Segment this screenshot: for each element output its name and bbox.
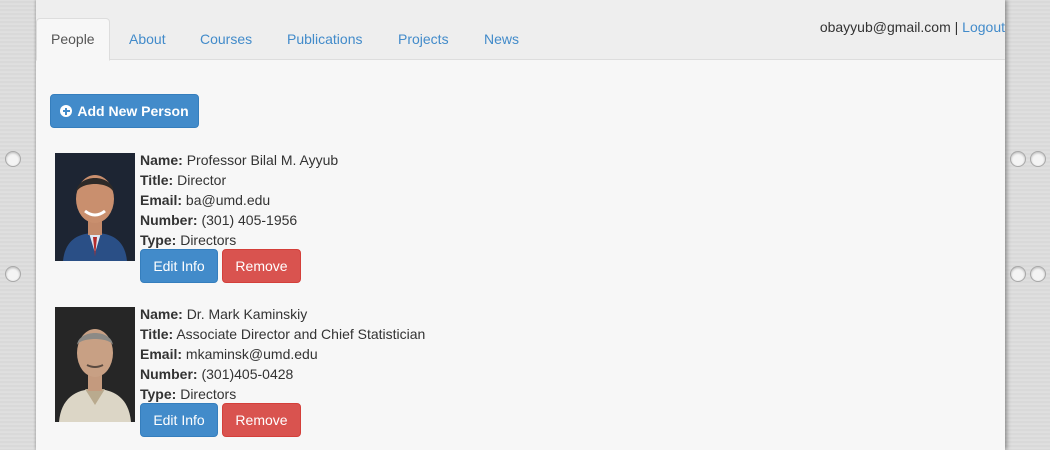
person-number: (301) 405-1956 bbox=[201, 212, 298, 228]
person-type: Directors bbox=[180, 386, 237, 402]
logout-link[interactable]: Logout bbox=[962, 19, 1005, 35]
number-label: Number: bbox=[140, 366, 198, 382]
person-info: Name: Professor Bilal M. Ayyub Title: Di… bbox=[140, 150, 338, 250]
remove-button[interactable]: Remove bbox=[222, 249, 301, 283]
person-photo bbox=[55, 153, 135, 261]
tab-about[interactable]: About bbox=[112, 18, 183, 60]
user-email: obayyub@gmail.com bbox=[819, 19, 951, 35]
title-label: Title: bbox=[140, 326, 174, 342]
number-label: Number: bbox=[140, 212, 198, 228]
edit-info-button[interactable]: Edit Info bbox=[140, 403, 218, 437]
binder-ring-icon bbox=[1030, 266, 1046, 282]
separator: | bbox=[950, 19, 963, 35]
binder-ring-icon bbox=[5, 266, 21, 282]
type-label: Type: bbox=[140, 232, 177, 248]
remove-button[interactable]: Remove bbox=[222, 403, 301, 437]
tab-news[interactable]: News bbox=[467, 18, 536, 60]
plus-circle-icon bbox=[60, 105, 73, 117]
person-title: Director bbox=[177, 172, 227, 188]
email-label: Email: bbox=[140, 346, 183, 362]
person-name: Dr. Mark Kaminskiy bbox=[186, 306, 308, 322]
binder-ring-icon bbox=[1030, 151, 1046, 167]
person-number: (301)405-0428 bbox=[201, 366, 294, 382]
add-new-person-button[interactable]: Add New Person bbox=[50, 94, 199, 128]
binder-ring-icon bbox=[1010, 266, 1026, 282]
binder-ring-icon bbox=[1010, 151, 1026, 167]
user-bar: obayyub@gmail.com | Logout bbox=[820, 19, 1005, 35]
person-info: Name: Dr. Mark Kaminskiy Title: Associat… bbox=[140, 304, 425, 404]
tab-projects[interactable]: Projects bbox=[381, 18, 466, 60]
person-title: Associate Director and Chief Statisticia… bbox=[176, 326, 426, 342]
add-new-person-label: Add New Person bbox=[77, 103, 189, 119]
name-label: Name: bbox=[140, 152, 183, 168]
person-email: mkaminsk@umd.edu bbox=[185, 346, 318, 362]
tab-courses[interactable]: Courses bbox=[183, 18, 269, 60]
person-email: ba@umd.edu bbox=[185, 192, 271, 208]
person-type: Directors bbox=[180, 232, 237, 248]
binder-ring-icon bbox=[5, 151, 21, 167]
edit-info-button[interactable]: Edit Info bbox=[140, 249, 218, 283]
person-photo bbox=[55, 307, 135, 422]
name-label: Name: bbox=[140, 306, 183, 322]
main-page: People About Courses Publications Projec… bbox=[36, 0, 1005, 450]
top-nav: People About Courses Publications Projec… bbox=[36, 0, 1005, 61]
title-label: Title: bbox=[140, 172, 174, 188]
type-label: Type: bbox=[140, 386, 177, 402]
email-label: Email: bbox=[140, 192, 183, 208]
tab-people[interactable]: People bbox=[36, 18, 110, 61]
person-name: Professor Bilal M. Ayyub bbox=[186, 152, 339, 168]
tab-publications[interactable]: Publications bbox=[270, 18, 380, 60]
